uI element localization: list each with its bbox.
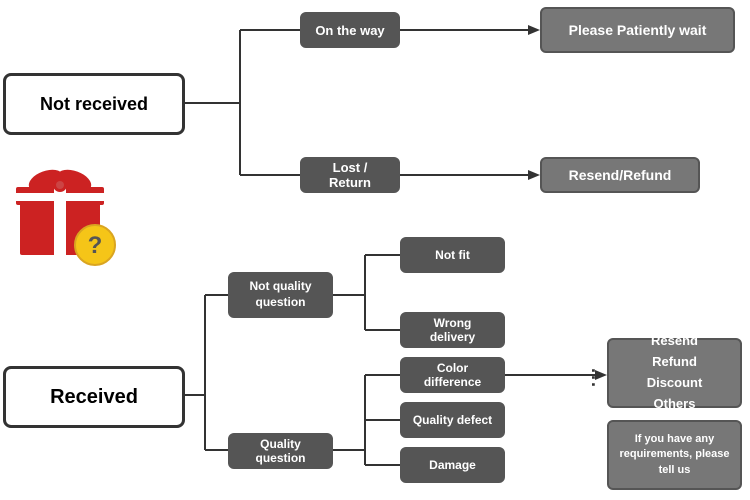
not-quality-box: Not quality question xyxy=(228,272,333,318)
svg-text:?: ? xyxy=(88,232,103,259)
lost-return-box: Lost / Return xyxy=(300,157,400,193)
not-fit-box: Not fit xyxy=(400,237,505,273)
received-box: Received xyxy=(3,366,185,428)
others-label: Others xyxy=(654,394,696,415)
damage-box: Damage xyxy=(400,447,505,483)
quality-defect-box: Quality defect xyxy=(400,402,505,438)
please-wait-box: Please Patiently wait xyxy=(540,7,735,53)
gift-svg: ? xyxy=(10,155,120,270)
on-the-way-box: On the way xyxy=(300,12,400,48)
not-received-box: Not received xyxy=(3,73,185,135)
resend-label: Resend xyxy=(651,331,698,352)
requirements-box: If you have any requirements, please tel… xyxy=(607,420,742,490)
refund-label: Refund xyxy=(652,352,697,373)
resend-refund-top-box: Resend/Refund xyxy=(540,157,700,193)
flowchart: Not received On the way Please Patiently… xyxy=(0,0,750,500)
ellipsis-dots: ··· xyxy=(582,368,603,389)
discount-label: Discount xyxy=(647,373,703,394)
resend-refund-options-box: Resend Refund Discount Others xyxy=(607,338,742,408)
quality-question-box: Quality question xyxy=(228,433,333,469)
wrong-delivery-box: Wrong delivery xyxy=(400,312,505,348)
gift-icon-area: ? xyxy=(10,155,160,285)
color-difference-box: Color difference xyxy=(400,357,505,393)
